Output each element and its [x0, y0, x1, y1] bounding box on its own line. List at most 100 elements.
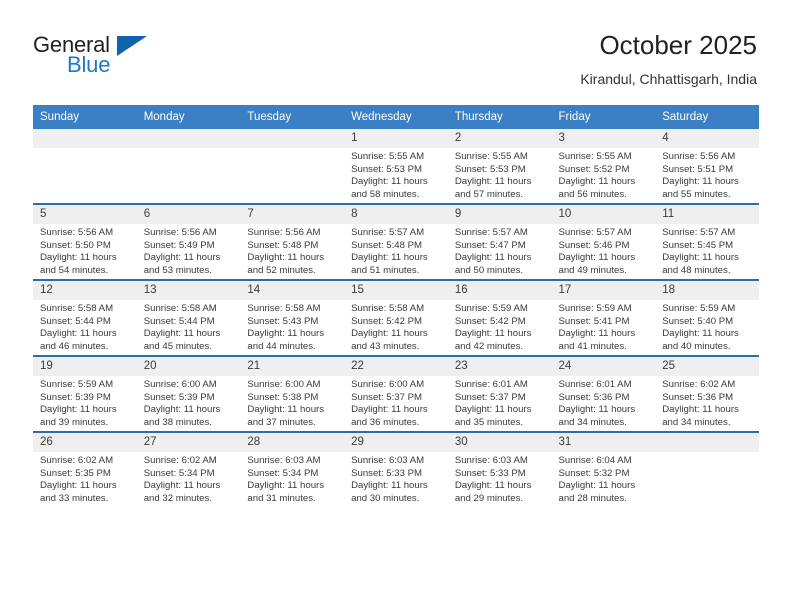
- daylight-text-line1: Daylight: 11 hours: [351, 176, 428, 188]
- calendar-day-cell[interactable]: 30 Sunrise: 6:03 AM Sunset: 5:33 PM Dayligh…: [447, 431, 552, 507]
- calendar-day-cell[interactable]: 16 Sunrise: 5:59 AM Sunset: 5:42 PM Dayligh…: [447, 279, 552, 356]
- calendar-day-cell[interactable]: 8 Sunrise: 5:57 AM Sunset: 5:48 PM Daylight…: [344, 203, 448, 280]
- calendar-day-cell[interactable]: 26 Sunrise: 6:02 AM Sunset: 5:35 PM Dayligh…: [33, 431, 137, 507]
- day-info: Sunrise: 5:58 AM Sunset: 5:42 PM Daylight:…: [344, 300, 448, 353]
- general-blue-logo[interactable]: General Blue: [33, 30, 148, 76]
- day-info: Sunrise: 5:57 AM Sunset: 5:45 PM Daylight:…: [655, 224, 759, 277]
- sunrise-text: Sunrise: 5:55 AM: [351, 151, 425, 162]
- calendar-day-cell[interactable]: 11 Sunrise: 5:57 AM Sunset: 5:45 PM Dayligh…: [655, 203, 759, 280]
- calendar-day-cell[interactable]: 21 Sunrise: 6:00 AM Sunset: 5:38 PM Dayligh…: [240, 355, 345, 432]
- sunset-text: Sunset: 5:50 PM: [40, 239, 111, 251]
- day-info: Sunrise: 6:00 AM Sunset: 5:38 PM Daylight:…: [240, 376, 344, 429]
- calendar-day-cell[interactable]: 9 Sunrise: 5:57 AM Sunset: 5:47 PM Daylight…: [447, 203, 552, 280]
- sunrise-text: Sunrise: 5:58 AM: [143, 303, 217, 314]
- daylight-text-line1: Daylight: 11 hours: [662, 404, 739, 416]
- day-number: 8: [344, 205, 448, 224]
- sunrise-text: Sunrise: 5:57 AM: [454, 227, 528, 238]
- sunrise-text: Sunrise: 6:01 AM: [558, 379, 632, 390]
- daylight-text-line2: and 32 minutes.: [143, 492, 212, 504]
- logo-text-blue: Blue: [67, 52, 111, 77]
- location-subtitle: Kirandul, Chhattisgarh, India: [580, 71, 757, 87]
- day-number: 4: [655, 129, 759, 148]
- sunset-text: Sunset: 5:41 PM: [558, 315, 630, 327]
- daylight-text-line2: and 44 minutes.: [247, 340, 316, 352]
- calendar-week-row: 12 Sunrise: 5:58 AM Sunset: 5:44 PM Dayligh…: [33, 279, 759, 356]
- day-number: 9: [447, 205, 552, 224]
- calendar-day-cell[interactable]: 17 Sunrise: 5:59 AM Sunset: 5:41 PM Dayligh…: [551, 279, 656, 356]
- sunset-text: Sunset: 5:33 PM: [351, 467, 423, 479]
- day-info: Sunrise: 6:04 AM Sunset: 5:32 PM Daylight:…: [552, 452, 656, 505]
- daylight-text-line1: Daylight: 11 hours: [143, 252, 221, 264]
- calendar-day-cell[interactable]: 28 Sunrise: 6:03 AM Sunset: 5:34 PM Dayligh…: [240, 431, 345, 507]
- day-number: 11: [655, 205, 759, 224]
- daylight-text-line1: Daylight: 11 hours: [662, 328, 739, 340]
- sunrise-text: Sunrise: 5:58 AM: [40, 303, 114, 314]
- calendar-day-cell[interactable]: 27 Sunrise: 6:02 AM Sunset: 5:34 PM Dayligh…: [136, 431, 241, 507]
- day-number: 18: [655, 281, 759, 300]
- calendar-day-cell[interactable]: 24 Sunrise: 6:01 AM Sunset: 5:36 PM Dayligh…: [551, 355, 656, 432]
- sunset-text: Sunset: 5:44 PM: [40, 315, 111, 327]
- day-info: Sunrise: 6:02 AM Sunset: 5:34 PM Daylight:…: [137, 452, 241, 505]
- calendar-day-cell[interactable]: 4 Sunrise: 5:56 AM Sunset: 5:51 PM Daylight…: [655, 129, 759, 204]
- calendar-day-cell[interactable]: 15 Sunrise: 5:58 AM Sunset: 5:42 PM Dayligh…: [344, 279, 448, 356]
- calendar-day-cell[interactable]: 19 Sunrise: 5:59 AM Sunset: 5:39 PM Dayligh…: [33, 355, 137, 432]
- sunset-text: Sunset: 5:33 PM: [454, 467, 526, 479]
- calendar-week-row: 5 Sunrise: 5:56 AM Sunset: 5:50 PM Daylight…: [33, 203, 759, 280]
- day-number: 15: [344, 281, 448, 300]
- calendar-day-cell[interactable]: 2 Sunrise: 5:55 AM Sunset: 5:53 PM Daylight…: [447, 129, 552, 204]
- daylight-text-line1: Daylight: 11 hours: [558, 252, 636, 264]
- calendar-day-cell[interactable]: 1 Sunrise: 5:55 AM Sunset: 5:53 PM Daylight…: [344, 129, 448, 204]
- day-number: 12: [33, 281, 137, 300]
- sunrise-text: Sunrise: 6:02 AM: [662, 379, 736, 390]
- sunrise-text: Sunrise: 6:03 AM: [454, 455, 528, 466]
- calendar-day-cell[interactable]: 14 Sunrise: 5:58 AM Sunset: 5:43 PM Dayligh…: [240, 279, 345, 356]
- daylight-text-line2: and 30 minutes.: [351, 492, 420, 504]
- calendar-week-row: 19 Sunrise: 5:59 AM Sunset: 5:39 PM Dayligh…: [33, 355, 759, 432]
- day-number: 30: [447, 433, 552, 452]
- calendar-day-cell[interactable]: 18 Sunrise: 5:59 AM Sunset: 5:40 PM Dayligh…: [655, 279, 759, 356]
- sunrise-text: Sunrise: 6:04 AM: [558, 455, 632, 466]
- daylight-text-line2: and 56 minutes.: [558, 188, 627, 200]
- day-number: 19: [33, 357, 137, 376]
- weekday-header-friday: Friday: [551, 105, 656, 129]
- day-info: Sunrise: 6:03 AM Sunset: 5:34 PM Daylight:…: [240, 452, 344, 505]
- sunset-text: Sunset: 5:42 PM: [454, 315, 526, 327]
- calendar-day-cell[interactable]: 3 Sunrise: 5:55 AM Sunset: 5:52 PM Daylight…: [551, 129, 656, 204]
- calendar-day-cell[interactable]: 29 Sunrise: 6:03 AM Sunset: 5:33 PM Dayligh…: [344, 431, 448, 507]
- day-number: 28: [240, 433, 345, 452]
- weekday-header-row: Sunday Monday Tuesday Wednesday Thursday…: [33, 105, 759, 129]
- calendar-day-cell[interactable]: 13 Sunrise: 5:58 AM Sunset: 5:44 PM Dayligh…: [136, 279, 241, 356]
- day-info: Sunrise: 5:57 AM Sunset: 5:47 PM Daylight:…: [448, 224, 552, 277]
- daylight-text-line2: and 52 minutes.: [247, 264, 316, 276]
- sunrise-text: Sunrise: 6:02 AM: [143, 455, 217, 466]
- calendar-day-cell[interactable]: 31 Sunrise: 6:04 AM Sunset: 5:32 PM Dayligh…: [551, 431, 656, 507]
- daylight-text-line2: and 29 minutes.: [454, 492, 524, 504]
- day-info: Sunrise: 6:01 AM Sunset: 5:36 PM Daylight:…: [552, 376, 656, 429]
- day-number: 20: [136, 357, 241, 376]
- weekday-header-thursday: Thursday: [447, 105, 552, 129]
- calendar-day-cell[interactable]: 22 Sunrise: 6:00 AM Sunset: 5:37 PM Dayligh…: [344, 355, 448, 432]
- sunrise-text: Sunrise: 5:57 AM: [558, 227, 632, 238]
- calendar-day-cell[interactable]: 25 Sunrise: 6:02 AM Sunset: 5:36 PM Dayligh…: [655, 355, 759, 432]
- daylight-text-line1: Daylight: 11 hours: [558, 404, 636, 416]
- daylight-text-line2: and 54 minutes.: [40, 264, 109, 276]
- daylight-text-line1: Daylight: 11 hours: [247, 480, 325, 492]
- daylight-text-line2: and 36 minutes.: [351, 416, 420, 428]
- calendar-day-cell[interactable]: 6 Sunrise: 5:56 AM Sunset: 5:49 PM Daylight…: [136, 203, 241, 280]
- weekday-header-monday: Monday: [136, 105, 241, 129]
- calendar-header-row: Sunday Monday Tuesday Wednesday Thursday…: [33, 105, 759, 129]
- sunrise-text: Sunrise: 5:56 AM: [143, 227, 217, 238]
- sunrise-text: Sunrise: 5:56 AM: [247, 227, 321, 238]
- calendar-day-cell[interactable]: 20 Sunrise: 6:00 AM Sunset: 5:39 PM Dayligh…: [136, 355, 241, 432]
- calendar-day-cell[interactable]: 10 Sunrise: 5:57 AM Sunset: 5:46 PM Dayligh…: [551, 203, 656, 280]
- weekday-header-tuesday: Tuesday: [240, 105, 345, 129]
- calendar-day-cell[interactable]: 5 Sunrise: 5:56 AM Sunset: 5:50 PM Daylight…: [33, 203, 137, 280]
- day-info: Sunrise: 5:58 AM Sunset: 5:44 PM Daylight:…: [33, 300, 137, 353]
- sunset-text: Sunset: 5:51 PM: [662, 163, 734, 175]
- calendar-day-cell[interactable]: 12 Sunrise: 5:58 AM Sunset: 5:44 PM Dayligh…: [33, 279, 137, 356]
- calendar-day-cell[interactable]: 23 Sunrise: 6:01 AM Sunset: 5:37 PM Dayligh…: [447, 355, 552, 432]
- daylight-text-line2: and 41 minutes.: [558, 340, 627, 352]
- calendar-day-cell[interactable]: 7 Sunrise: 5:56 AM Sunset: 5:48 PM Daylight…: [240, 203, 345, 280]
- daylight-text-line2: and 33 minutes.: [40, 492, 109, 504]
- day-info: Sunrise: 5:55 AM Sunset: 5:53 PM Daylight:…: [344, 148, 448, 201]
